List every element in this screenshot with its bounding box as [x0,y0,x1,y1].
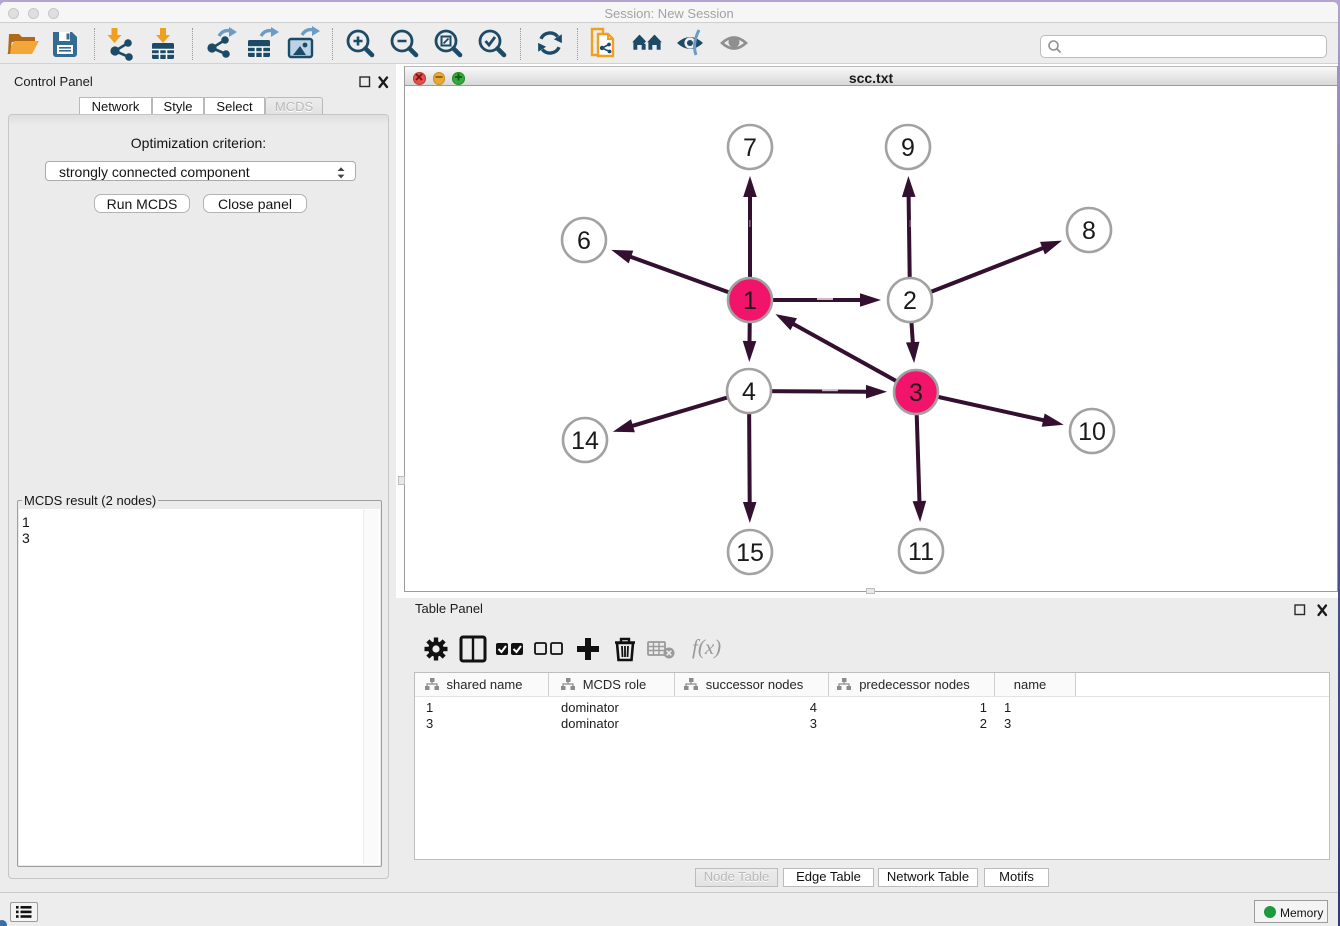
svg-text:7: 7 [743,134,757,162]
svg-text:6: 6 [577,227,591,255]
svg-text:2: 2 [903,287,917,315]
svg-text:15: 15 [736,539,764,567]
svg-text:1: 1 [743,287,757,315]
svg-text:9: 9 [901,134,915,162]
svg-text:14: 14 [571,427,599,455]
svg-text:3: 3 [909,379,923,407]
svg-text:10: 10 [1078,418,1106,446]
svg-text:8: 8 [1082,217,1096,245]
svg-text:11: 11 [908,538,934,566]
svg-text:4: 4 [742,378,756,406]
